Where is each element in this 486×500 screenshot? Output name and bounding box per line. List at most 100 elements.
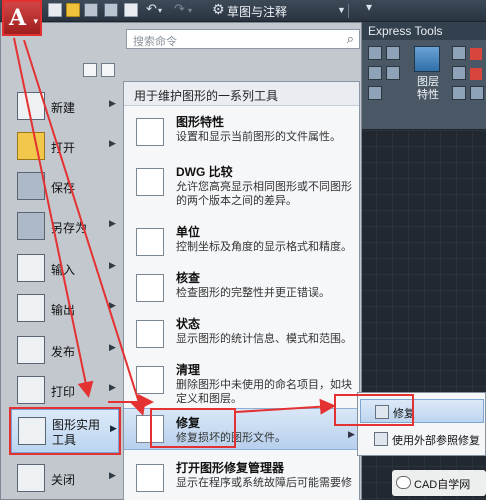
menu-item-label: 发布 [51,345,76,359]
layer-freeze-icon[interactable] [470,68,482,80]
drawing-utilities-submenu: 用于维护图形的一系列工具 图形特性 设置和显示当前图形的文件属性。 DWG 比较… [123,81,360,500]
submenu-item-title: DWG 比较 [176,165,233,179]
save-as-disk-icon [17,212,45,240]
dwg-compare-icon [136,168,164,196]
submenu-item-title: 图形特性 [176,115,225,129]
ribbon-panel: 图层 特性 [360,40,486,130]
menu-item-close[interactable]: 关闭 ▶ [11,457,119,500]
application-menu: 搜索命令 ⌕ 新建 ▶ 打开 ▶ 保存 另存为 ▶ 输入 ▶ 输出 ▶ 发布 ▶… [0,22,362,500]
export-icon [17,294,45,322]
recover-xref-icon [374,432,388,446]
printer-icon [17,376,45,404]
menu-item-label: 打印 [51,385,76,399]
submenu-header: 用于维护图形的一系列工具 [124,82,359,106]
recover-icon [136,415,164,443]
chevron-right-icon: ▶ [109,470,116,480]
menu-item-drawing-utilities[interactable]: 图形实用 工具 ▶ [9,407,121,455]
application-button[interactable]: A ▾ [2,0,42,36]
customize-toolbar-icon[interactable]: ▾ [366,0,372,14]
menu-item-publish[interactable]: 发布 ▶ [11,329,119,373]
recent-documents-icon[interactable] [101,63,115,77]
submenu-item-title: 修复 [176,416,201,430]
divider [348,4,349,18]
submenu-item-title: 清理 [176,363,201,377]
drawing-properties-icon [136,118,164,146]
submenu-title: 用于维护图形的一系列工具 [134,89,279,103]
menu-item-save[interactable]: 保存 [11,165,119,209]
submenu-item-recovery-manager[interactable]: 打开图形修复管理器 显示在程序或系统故障后可能需要修 [124,454,359,500]
quick-access-toolbar: ↶ ▾ ↷ ▾ ⚙ 草图与注释 ▼ ▾ [0,0,486,22]
submenu-item-purge[interactable]: 清理 删除图形中未使用的命名项目，如块定义和图层。 [124,356,359,406]
save-disk-icon [17,172,45,200]
redo-dropdown-icon[interactable]: ▾ [188,6,192,15]
chevron-right-icon: ▶ [109,260,116,270]
gear-icon: ⚙ [212,1,225,17]
chevron-down-icon[interactable]: ▼ [337,5,346,15]
search-input[interactable]: 搜索命令 ⌕ [126,29,360,49]
menu-item-open[interactable]: 打开 ▶ [11,125,119,169]
submenu-item-audit[interactable]: 核查 检查图形的完整性并更正错误。 [124,264,359,314]
submenu-item-desc: 显示图形的统计信息、模式和范围。 [176,333,352,345]
workspace-selector[interactable]: 草图与注释 [227,3,287,20]
menu-item-label: 输入 [51,263,76,277]
tab-express-tools[interactable]: Express Tools [368,24,442,38]
autocad-logo-icon: A [9,5,27,31]
save-as-icon[interactable] [104,3,118,17]
ribbon-tool-icon[interactable] [368,66,382,80]
menu-item-print[interactable]: 打印 ▶ [11,369,119,413]
undo-icon[interactable]: ↶ [146,1,157,17]
submenu-item-title: 单位 [176,225,201,239]
submenu-item-units[interactable]: 单位 控制坐标及角度的显示格式和精度。 [124,218,359,268]
menu-item-save-as[interactable]: 另存为 ▶ [11,205,119,249]
redo-icon[interactable]: ↷ [174,1,185,17]
submenu-item-recover[interactable]: 修复 修复损坏的图形文件。 ▶ [124,408,359,450]
wrench-icon [18,417,46,445]
ribbon-tabs: Express Tools [360,22,486,40]
layer-properties-icon[interactable] [414,46,440,72]
menu-item-label: 图形实用 工具 [52,418,101,447]
watermark: CAD自学网 [392,470,486,496]
recover-flyout-menu: 修复 使用外部参照修复 [357,392,486,456]
ribbon-tool-icon[interactable] [470,86,484,100]
ribbon-tool-icon[interactable] [386,46,400,60]
menu-item-label: 输出 [51,303,76,317]
status-chart-icon [136,320,164,348]
open-documents-icon[interactable] [83,63,97,77]
ribbon-tool-icon[interactable] [386,66,400,80]
menu-item-new[interactable]: 新建 ▶ [11,85,119,129]
chevron-right-icon: ▶ [109,138,116,148]
ribbon-tool-icon[interactable] [368,46,382,60]
ribbon-tool-icon[interactable] [452,66,466,80]
flyout-item-recover[interactable]: 修复 [360,399,484,423]
flyout-item-label: 使用外部参照修复 [392,435,480,447]
print-icon[interactable] [124,3,138,17]
chevron-right-icon: ▶ [109,300,116,310]
ribbon-tool-icon[interactable] [368,86,382,100]
submenu-item-dwg-compare[interactable]: DWG 比较 允许您高亮显示相同图形或不同图形的两个版本之间的差异。 [124,158,359,208]
open-icon[interactable] [66,3,80,17]
recover-small-icon [375,405,389,419]
undo-dropdown-icon[interactable]: ▾ [158,6,162,15]
flyout-item-recover-with-xrefs[interactable]: 使用外部参照修复 [360,427,484,451]
search-placeholder: 搜索命令 [133,36,177,48]
broom-icon [136,366,164,394]
submenu-item-desc: 检查图形的完整性并更正错误。 [176,287,330,299]
save-icon[interactable] [84,3,98,17]
ribbon-tool-icon[interactable] [452,86,466,100]
recovery-manager-icon [136,464,164,492]
submenu-item-status[interactable]: 状态 显示图形的统计信息、模式和范围。 [124,310,359,360]
submenu-item-desc: 设置和显示当前图形的文件属性。 [176,131,341,143]
ribbon-tool-icon[interactable] [452,46,466,60]
search-icon[interactable]: ⌕ [347,31,354,47]
submenu-item-desc: 删除图形中未使用的命名项目，如块定义和图层。 [176,379,352,405]
close-file-icon [17,464,45,492]
menu-item-label: 另存为 [51,221,88,235]
layer-off-icon[interactable] [470,48,482,60]
menu-item-import[interactable]: 输入 ▶ [11,247,119,291]
menu-item-export[interactable]: 输出 ▶ [11,287,119,331]
submenu-item-drawing-properties[interactable]: 图形特性 设置和显示当前图形的文件属性。 [124,108,359,158]
publish-icon [17,336,45,364]
checkmark-icon [136,274,164,302]
new-icon[interactable] [48,3,62,17]
submenu-item-title: 打开图形修复管理器 [176,461,285,475]
